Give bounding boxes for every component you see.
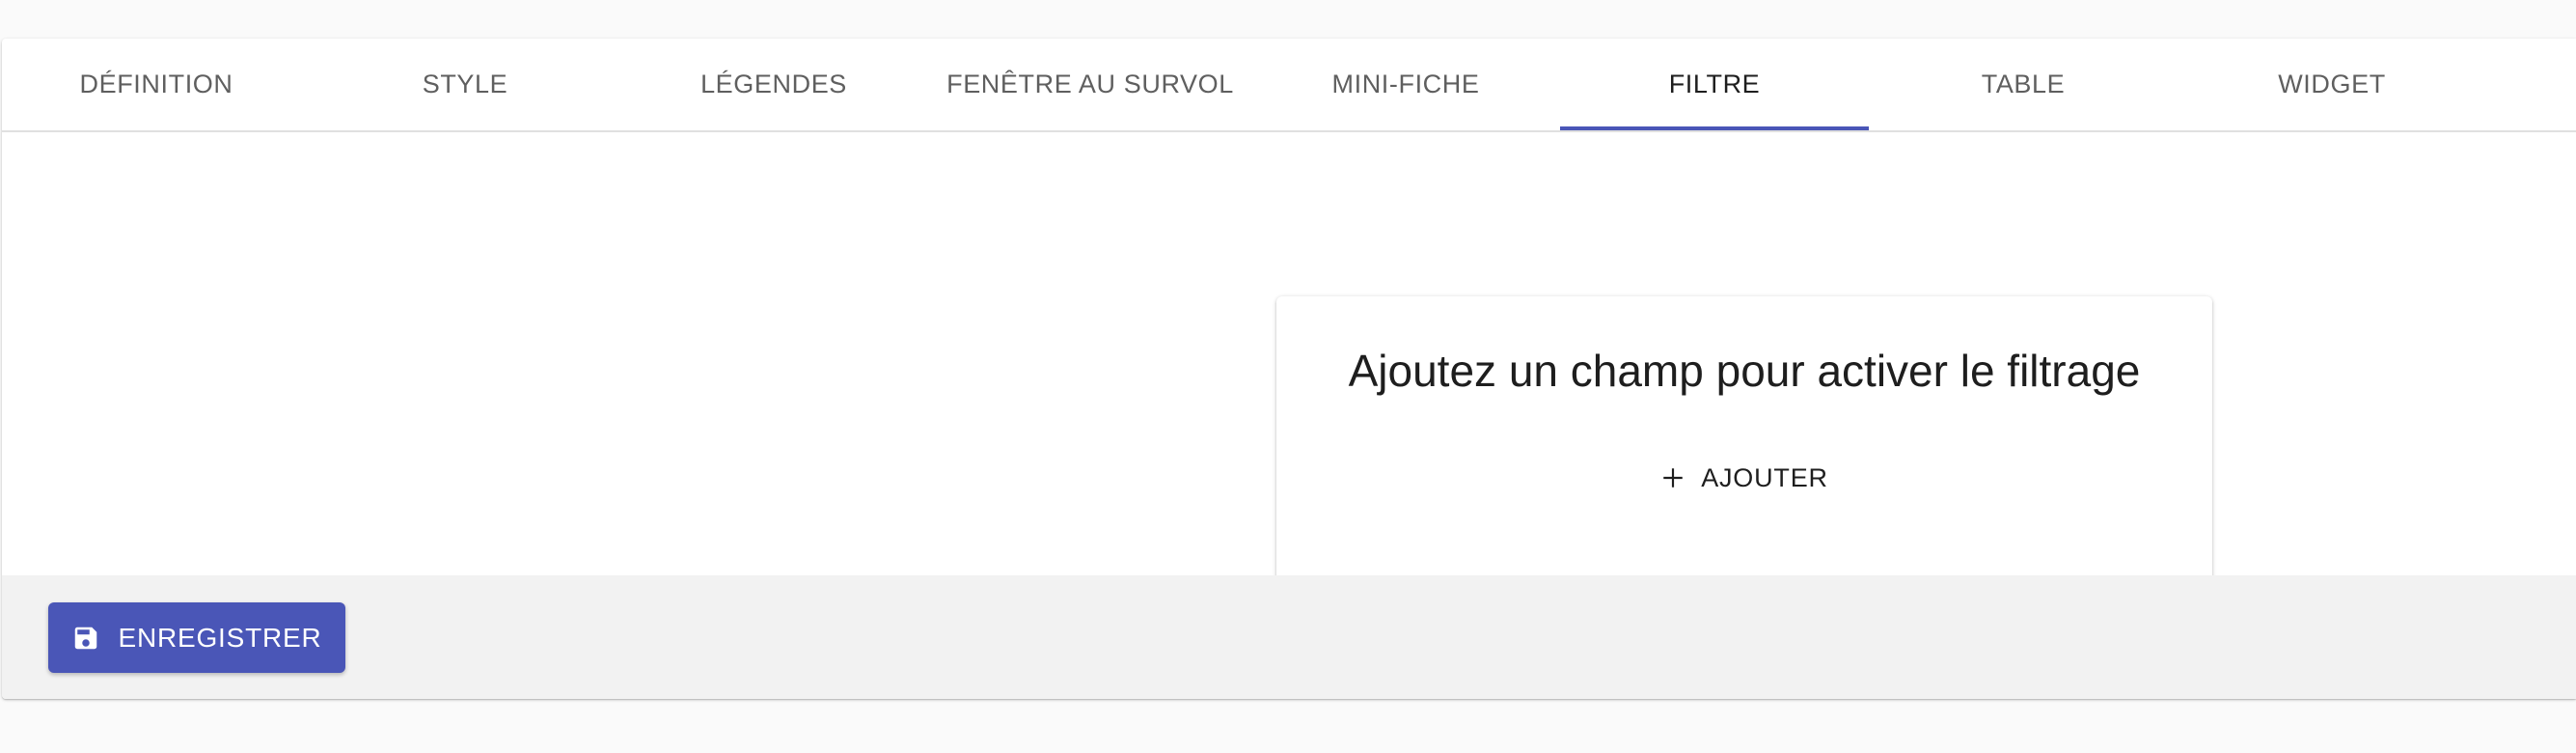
add-field-label: AJOUTER [1701,462,1828,492]
tab-filtre[interactable]: FILTRE [1560,39,1869,130]
save-button[interactable]: ENREGISTRER [48,602,345,673]
plus-icon [1663,468,1683,488]
filter-empty-card: Ajoutez un champ pour activer le filtrag… [1276,296,2212,582]
active-tab-indicator [1560,126,1869,130]
tab-table[interactable]: TABLE [1869,39,2178,130]
tab-widget[interactable]: WIDGET [2178,39,2486,130]
layer-editor-panel: DÉFINITION STYLE LÉGENDES FENÊTRE AU SUR… [2,39,2576,699]
tab-mini-fiche[interactable]: MINI-FICHE [1251,39,1560,130]
add-field-button[interactable]: AJOUTER [1633,451,1855,505]
tab-definition[interactable]: DÉFINITION [2,39,311,130]
floppy-disk-icon [75,627,97,649]
tab-fenetre-au-survol[interactable]: FENÊTRE AU SURVOL [936,39,1245,130]
tab-bar: DÉFINITION STYLE LÉGENDES FENÊTRE AU SUR… [2,39,2576,132]
filter-content: Ajoutez un champ pour activer le filtrag… [2,132,2576,582]
tab-style[interactable]: STYLE [311,39,619,130]
action-footer: ENREGISTRER [2,575,2576,699]
tab-legendes[interactable]: LÉGENDES [619,39,928,130]
filter-empty-message: Ajoutez un champ pour activer le filtrag… [1348,346,2141,396]
save-button-label: ENREGISTRER [118,622,322,653]
